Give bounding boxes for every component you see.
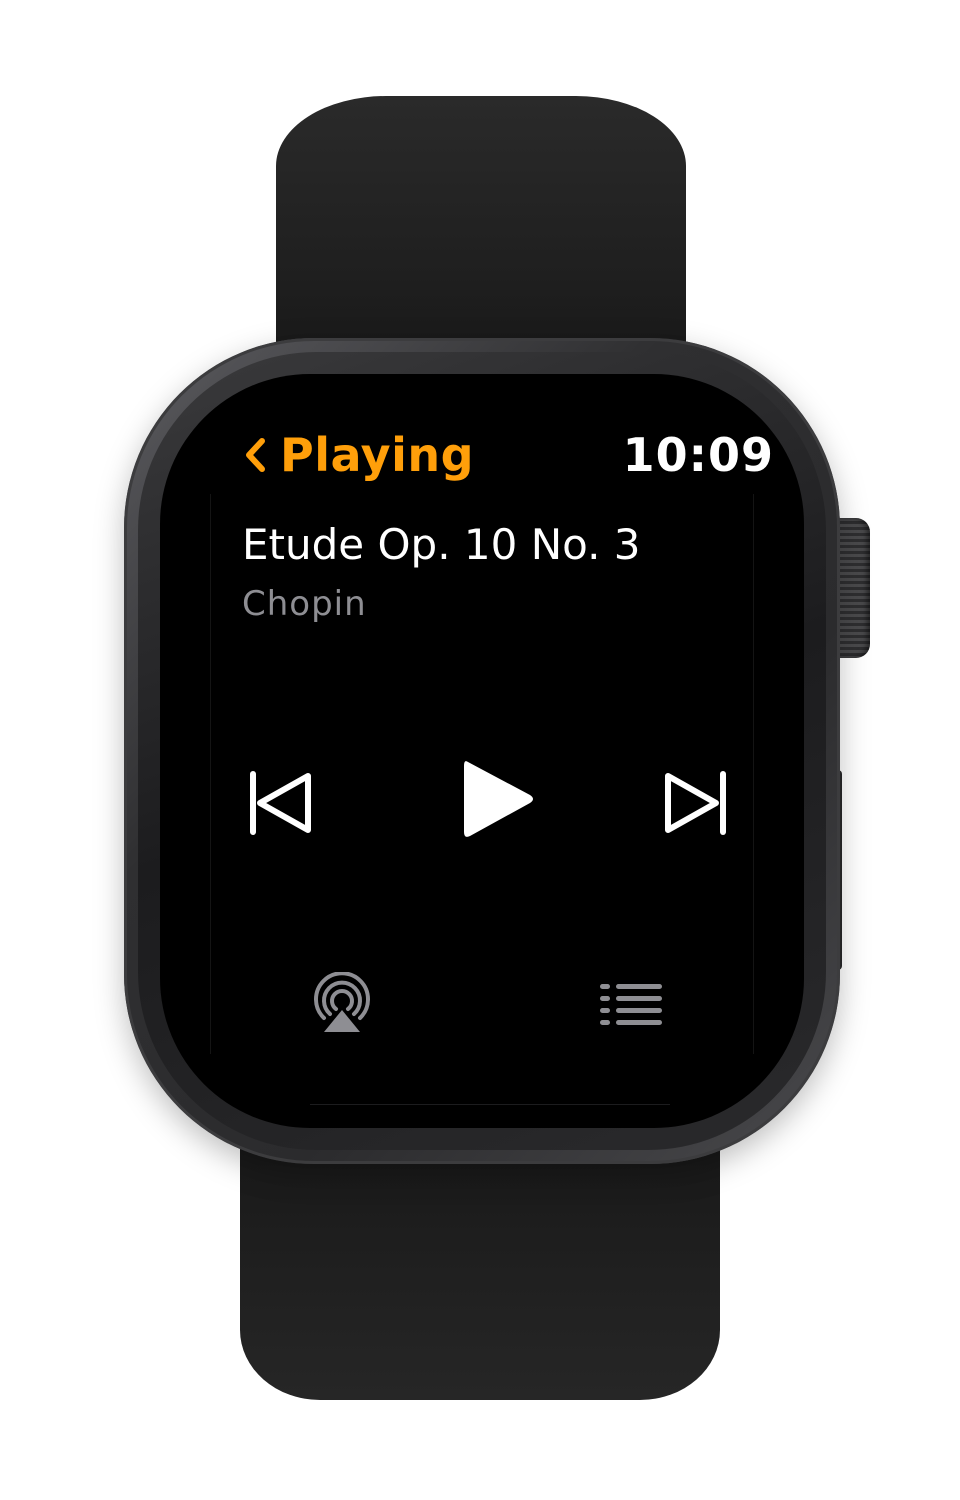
next-track-button[interactable]	[662, 770, 728, 836]
queue-button[interactable]	[600, 982, 662, 1028]
skip-back-icon	[248, 770, 314, 836]
play-icon	[456, 754, 536, 844]
play-button[interactable]	[456, 754, 536, 844]
back-button[interactable]: Playing	[244, 428, 474, 482]
divider	[310, 1104, 670, 1105]
previous-track-button[interactable]	[248, 770, 314, 836]
skip-forward-icon	[662, 770, 728, 836]
clock-time: 10:09	[622, 428, 774, 482]
list-icon	[600, 982, 662, 1028]
airplay-button[interactable]	[310, 972, 374, 1036]
back-label: Playing	[280, 428, 475, 482]
artist-name: Chopin	[242, 584, 367, 624]
chevron-left-icon	[244, 437, 266, 473]
song-title: Etude Op. 10 No. 3	[242, 520, 641, 569]
airplay-icon	[310, 972, 374, 1036]
watch-case: Playing 10:09 Etude Op. 10 No. 3 Chopin	[124, 338, 840, 1164]
watch-device: Playing 10:09 Etude Op. 10 No. 3 Chopin	[0, 0, 960, 1500]
watch-screen: Playing 10:09 Etude Op. 10 No. 3 Chopin	[160, 374, 804, 1128]
